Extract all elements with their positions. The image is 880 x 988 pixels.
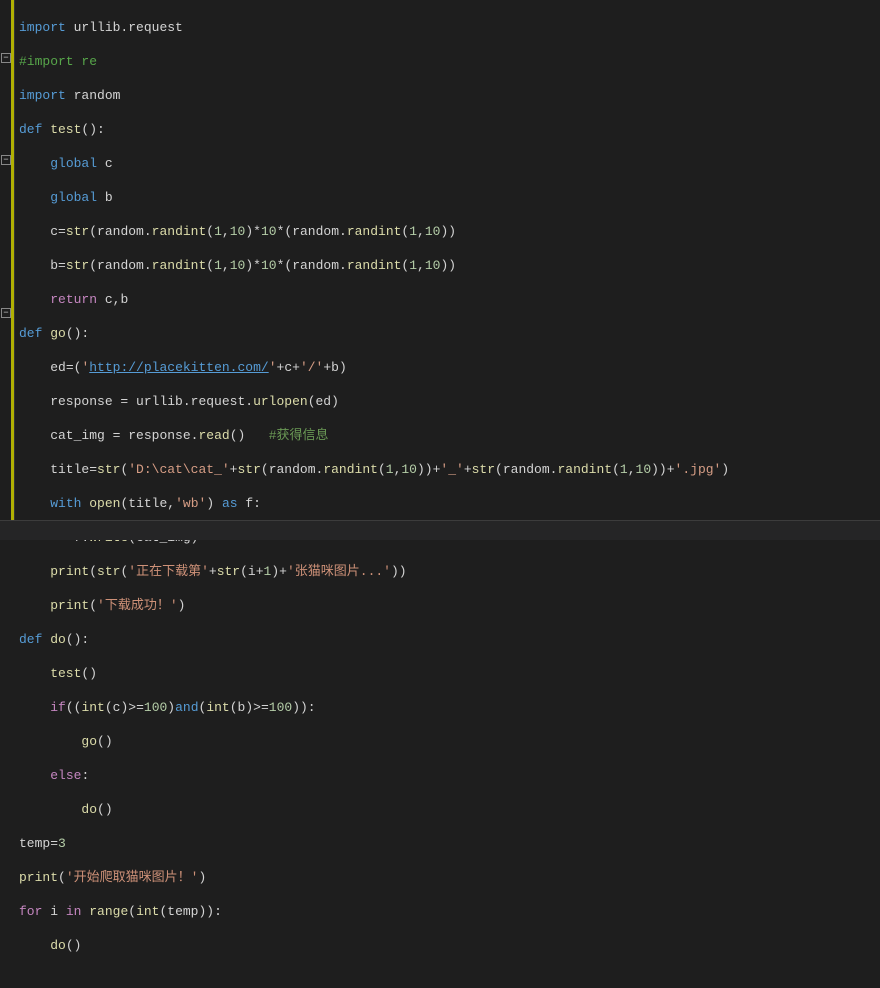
code-line: do() xyxy=(19,801,880,818)
code-line: title=str('D:\cat\cat_'+str(random.randi… xyxy=(19,461,880,478)
code-line: print('开始爬取猫咪图片！') xyxy=(19,869,880,886)
code-line: go() xyxy=(19,733,880,750)
code-line: do() xyxy=(19,937,880,954)
code-line: return c,b xyxy=(19,291,880,308)
code-line: with open(title,'wb') as f: xyxy=(19,495,880,512)
code-area[interactable]: import urllib.request #import re import … xyxy=(15,0,880,540)
status-bar xyxy=(0,520,880,540)
code-editor: − − − import urllib.request #import re i… xyxy=(0,0,880,540)
code-line: c=str(random.randint(1,10)*10*(random.ra… xyxy=(19,223,880,240)
fold-icon[interactable]: − xyxy=(1,308,11,318)
code-line: global b xyxy=(19,189,880,206)
code-line: #import re xyxy=(19,53,880,70)
code-line: def do(): xyxy=(19,631,880,648)
code-line: b=str(random.randint(1,10)*10*(random.ra… xyxy=(19,257,880,274)
code-line: global c xyxy=(19,155,880,172)
code-line: test() xyxy=(19,665,880,682)
code-line: print('下载成功！') xyxy=(19,597,880,614)
code-line: temp=3 xyxy=(19,835,880,852)
gutter: − − − xyxy=(0,0,15,540)
fold-icon[interactable]: − xyxy=(1,155,11,165)
code-line: import urllib.request xyxy=(19,19,880,36)
code-line: ed=('http://placekitten.com/'+c+'/'+b) xyxy=(19,359,880,376)
fold-icon[interactable]: − xyxy=(1,53,11,63)
code-line: import random xyxy=(19,87,880,104)
code-line: response = urllib.request.urlopen(ed) xyxy=(19,393,880,410)
code-line: else: xyxy=(19,767,880,784)
code-line: def go(): xyxy=(19,325,880,342)
code-line: def test(): xyxy=(19,121,880,138)
code-line: print(str('正在下载第'+str(i+1)+'张猫咪图片...')) xyxy=(19,563,880,580)
code-line: for i in range(int(temp)): xyxy=(19,903,880,920)
code-line: if((int(c)>=100)and(int(b)>=100)): xyxy=(19,699,880,716)
code-line: cat_img = response.read() #获得信息 xyxy=(19,427,880,444)
change-marker xyxy=(11,0,14,540)
